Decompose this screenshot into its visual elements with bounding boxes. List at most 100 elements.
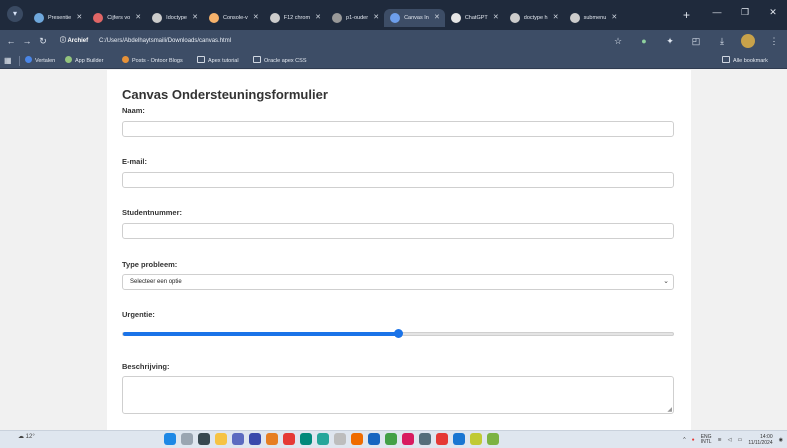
bookmark-oracle-apex-css[interactable]: Oracle apex CSS [253,56,307,66]
new-tab-button[interactable]: + [683,8,690,22]
tab-close-icon[interactable]: ✕ [192,9,198,27]
menu-icon[interactable]: ⋮ [767,34,781,48]
app-icon[interactable] [385,433,397,445]
urgency-slider-fill [123,332,398,336]
tab-label: submenu [583,15,607,21]
chevron-up-icon[interactable]: ^ [683,437,685,443]
toolbar-actions: ☆ ● ✦ ◰ ⤓ ⋮ [611,34,781,48]
app-icon[interactable] [402,433,414,445]
browser-tab[interactable]: Console-v ✕ [203,9,264,27]
download-icon[interactable]: ⤓ [715,34,729,48]
vscode-icon[interactable] [453,433,465,445]
tab-search-icon[interactable]: ▾ [7,6,23,22]
start-icon[interactable] [164,433,176,445]
tab-close-icon[interactable]: ✕ [135,9,141,27]
bookmark-vertalen[interactable]: Vertalen [25,56,55,66]
page-viewport: Canvas Ondersteuningsformulier Naam: E-m… [0,70,787,430]
notification-icon[interactable]: ◉ [779,437,783,443]
folder-icon [722,56,730,63]
back-icon[interactable]: ← [4,34,18,48]
chrome-dev-icon[interactable] [487,433,499,445]
browser-tab[interactable]: F12 chrom ✕ [264,9,326,27]
all-bookmarks-button[interactable]: Alle bookmark [722,56,768,66]
browser-tab[interactable]: doctype h ✕ [504,9,564,27]
extension-icon[interactable]: ● [637,34,651,48]
media-icon[interactable]: ◰ [689,34,703,48]
tab-close-icon[interactable]: ✕ [611,9,617,27]
language-indicator[interactable]: ENG INTL [701,435,712,445]
browser-tab[interactable]: ChatGPT ✕ [445,9,504,27]
weather-temp: 12° [25,434,35,440]
apps-icon[interactable]: ▦ [4,56,14,66]
chrome-canary-icon[interactable] [470,433,482,445]
app-icon[interactable] [249,433,261,445]
urgency-slider-thumb[interactable] [394,329,403,338]
edge-icon[interactable] [317,433,329,445]
file-explorer-icon[interactable] [215,433,227,445]
resize-grip-icon[interactable]: ◢ [667,406,672,413]
maximize-icon[interactable]: ❐ [731,7,759,18]
urgency-slider[interactable] [122,329,674,338]
bookmark-label: Apex tutorial [208,58,239,64]
tab-close-icon[interactable]: ✕ [434,9,440,27]
weather-widget[interactable]: ☁ 12° [18,433,35,440]
paint-icon[interactable] [266,433,278,445]
tab-close-icon[interactable]: ✕ [373,9,379,27]
app-tray-icon[interactable]: ● [692,437,695,443]
tab-favicon-icon [208,13,219,23]
tab-close-icon[interactable]: ✕ [76,9,82,27]
close-window-icon[interactable]: ✕ [759,7,787,18]
mail-icon[interactable] [368,433,380,445]
minimize-icon[interactable]: — [703,7,731,18]
bookmark-star-icon[interactable]: ☆ [611,34,625,48]
task-view-icon[interactable] [198,433,210,445]
name-field[interactable] [122,121,674,137]
problem-type-select[interactable]: Selecteer een optie ⌄ [122,274,674,290]
browser-tab[interactable]: submenu ✕ [564,9,623,27]
bookmark-apex-tutorial[interactable]: Apex tutorial [197,56,239,66]
store-icon[interactable] [300,433,312,445]
browser-tab[interactable]: Presentie ✕ [28,9,87,27]
email-field[interactable] [122,172,674,188]
bookmark-ontoor-blogs[interactable]: Posts - Ontoor Blogs [122,56,183,66]
app-icon[interactable] [419,433,431,445]
os-taskbar: ☁ 12° ^ ● ENG INTL ≋ ◁ ▭ 14:00 11/11/2024 … [0,430,787,448]
reload-icon[interactable]: ↻ [36,34,50,48]
forward-icon[interactable]: → [20,34,34,48]
clock[interactable]: 14:00 11/11/2024 [748,434,772,446]
urgency-label: Urgentie: [122,310,155,319]
student-number-field[interactable] [122,223,674,239]
address-bar[interactable]: C:/Users/Abdelhaytsmaili/Downloads/canva… [99,35,231,47]
battery-icon[interactable]: ▭ [738,437,743,443]
browser-tab[interactable]: Canvas In ✕ [384,9,445,27]
description-textarea[interactable]: ◢ [122,376,674,414]
bookmarks-bar: ▦ Vertalen App Builder Posts - Ontoor Bl… [0,53,787,69]
language-layout: INTL [700,439,712,445]
wifi-icon[interactable]: ≋ [718,437,722,443]
bookmark-label: Posts - Ontoor Blogs [132,58,183,64]
email-label: E-mail: [122,157,148,166]
chrome-icon[interactable] [283,433,295,445]
tab-close-icon[interactable]: ✕ [315,9,321,27]
volume-icon[interactable]: ◁ [728,437,732,443]
tab-label: F12 chrom [283,15,311,21]
tab-close-icon[interactable]: ✕ [553,9,559,27]
search-icon[interactable] [181,433,193,445]
app-icon[interactable] [334,433,346,445]
teams-icon[interactable] [232,433,244,445]
tab-close-icon[interactable]: ✕ [493,9,499,27]
bookmark-label: App Builder [75,58,104,64]
firefox-icon[interactable] [351,433,363,445]
app-icon[interactable] [436,433,448,445]
browser-tab[interactable]: Cijfers vo ✕ [87,9,146,27]
tab-close-icon[interactable]: ✕ [253,9,259,27]
browser-tab[interactable]: Idoctype ✕ [146,9,203,27]
translate-icon [25,56,32,63]
tab-favicon-icon [93,13,104,23]
bookmark-app-builder[interactable]: App Builder [65,56,103,66]
browser-tab[interactable]: p1-ouder ✕ [326,9,384,27]
avatar[interactable] [741,34,755,48]
puzzle-icon[interactable]: ✦ [663,34,677,48]
site-info-chip[interactable]: ⓘ Archief [60,35,88,47]
tab-favicon-icon [509,13,520,23]
